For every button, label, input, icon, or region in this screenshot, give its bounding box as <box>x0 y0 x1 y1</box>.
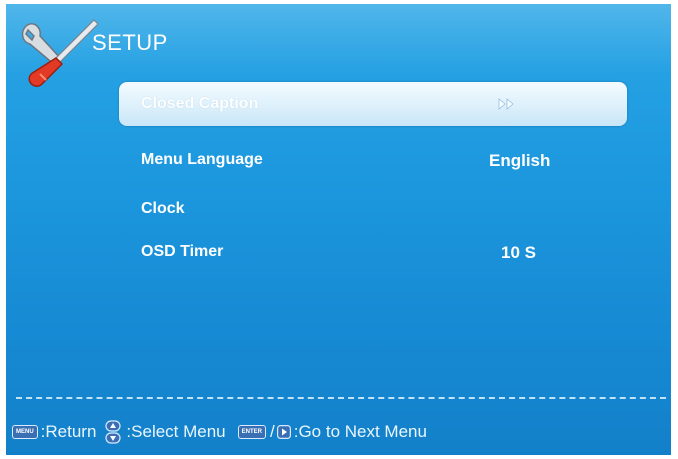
menu-item-clock[interactable]: Clock <box>119 187 627 231</box>
setup-menu: Closed Caption Menu Language English Clo… <box>6 4 671 455</box>
menu-item-value: 10 S <box>501 243 536 262</box>
double-right-arrow-icon <box>498 98 514 110</box>
up-down-nav-icon <box>105 420 122 444</box>
select-hint: :Select Menu <box>126 422 226 441</box>
setup-screen: SETUP Closed Caption Menu Language Engli… <box>6 4 671 455</box>
menu-item-label: Clock <box>141 200 185 217</box>
menu-item-label: Menu Language <box>141 151 263 168</box>
menu-item-label: Closed Caption <box>141 95 259 112</box>
menu-key-icon: MENU <box>12 425 38 439</box>
menu-item-value: English <box>489 151 551 170</box>
menu-item-menu-language[interactable]: Menu Language English <box>119 138 627 182</box>
menu-item-label: OSD Timer <box>141 243 224 260</box>
enter-key-icon: ENTER <box>237 425 266 439</box>
right-key-icon <box>276 425 291 439</box>
key-separator: / <box>270 422 275 441</box>
footer-hints: MENU :Return :Select Menu ENTER / :Go to… <box>12 420 427 444</box>
menu-item-closed-caption[interactable]: Closed Caption <box>119 82 627 126</box>
menu-item-osd-timer[interactable]: OSD Timer 10 S <box>119 230 627 274</box>
footer-divider <box>16 397 666 399</box>
next-menu-hint: :Go to Next Menu <box>293 422 427 441</box>
return-hint: :Return <box>40 422 97 441</box>
